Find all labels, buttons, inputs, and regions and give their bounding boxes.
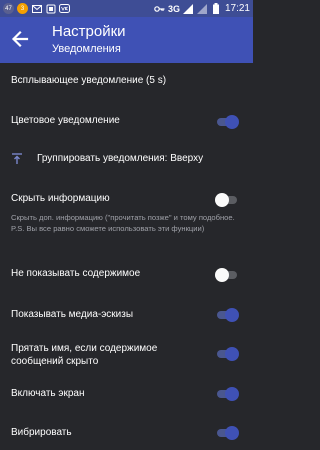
mail-icon <box>31 3 42 14</box>
app-icon <box>45 3 56 14</box>
clock: 17:21 <box>224 3 250 14</box>
setting-hide-info[interactable]: Скрыть информацию Скрыть доп. информацию… <box>0 183 253 259</box>
battery-icon <box>211 3 222 14</box>
turn-on-screen-toggle[interactable] <box>215 387 239 401</box>
setting-hide-name[interactable]: Прятать имя, если содержимое сообщений с… <box>0 335 253 375</box>
setting-label: Вибрировать <box>11 427 72 438</box>
setting-label: Всплывающее уведомление (5 s) <box>11 75 167 86</box>
color-notification-toggle[interactable] <box>215 115 239 129</box>
setting-color-notification[interactable]: Цветовое уведомление <box>0 103 253 141</box>
setting-popup-notification[interactable]: Всплывающее уведомление (5 s) <box>0 63 253 103</box>
hide-name-toggle[interactable] <box>215 347 239 361</box>
setting-label: сообщений скрыто <box>11 356 99 367</box>
setting-label: Не показывать содержимое <box>11 268 141 279</box>
app-bar: Настройки Уведомления <box>0 17 253 63</box>
vk-icon <box>59 3 70 14</box>
setting-hide-content[interactable]: Не показывать содержимое <box>0 259 253 295</box>
setting-description: Скрыть доп. информацию ("прочитать позже… <box>11 213 235 233</box>
align-top-icon <box>11 152 23 164</box>
back-arrow-icon[interactable] <box>10 29 30 49</box>
notification-count-badge: 3 <box>17 3 28 14</box>
setting-turn-on-screen[interactable]: Включать экран <box>0 377 253 413</box>
setting-label: Группировать уведомления: Вверху <box>37 153 204 164</box>
setting-group-notifications[interactable]: Группировать уведомления: Вверху <box>0 141 253 179</box>
setting-label: Включать экран <box>11 388 85 399</box>
setting-label: Прятать имя, если содержимое <box>11 343 158 354</box>
page-subtitle: Уведомления <box>52 43 121 55</box>
signal-icon <box>183 3 194 14</box>
setting-label: Скрыть информацию <box>11 193 110 204</box>
setting-label: Цветовое уведомление <box>11 115 120 126</box>
notification-count-badge: 47 <box>3 3 14 14</box>
setting-vibrate[interactable]: Вибрировать <box>0 414 253 450</box>
hide-content-toggle[interactable] <box>215 268 239 282</box>
status-bar: 47 3 3G 17:21 <box>0 0 253 17</box>
setting-media-thumbnails[interactable]: Показывать медиа-эскизы <box>0 296 253 334</box>
page-title: Настройки <box>52 23 126 40</box>
key-icon <box>154 3 165 14</box>
media-thumbnails-toggle[interactable] <box>215 308 239 322</box>
vibrate-toggle[interactable] <box>215 426 239 440</box>
signal-icon <box>197 3 208 14</box>
setting-label: Показывать медиа-эскизы <box>11 309 134 320</box>
hide-info-toggle[interactable] <box>215 193 239 207</box>
network-type: 3G <box>167 3 180 14</box>
